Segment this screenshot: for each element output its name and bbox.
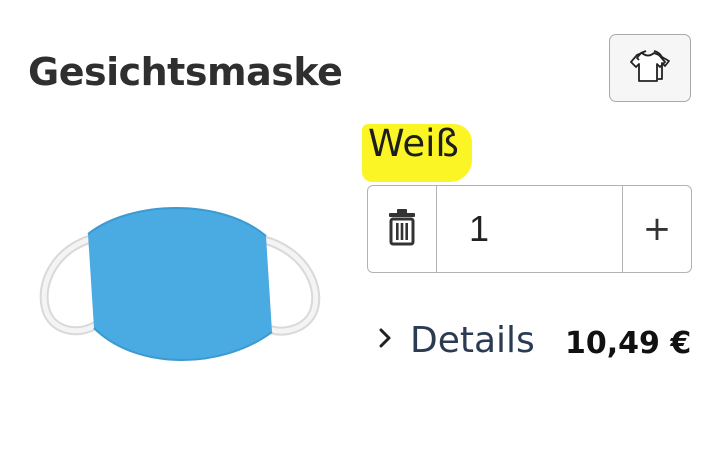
details-toggle[interactable]: Details [378,320,535,361]
quantity-input[interactable]: 1 [437,186,622,272]
delete-button[interactable] [368,186,437,272]
increment-button[interactable]: + [622,186,691,272]
product-title: Gesichtsmaske [28,50,343,94]
tshirt-icon [629,48,671,89]
trash-icon [387,208,417,251]
color-label: Weiß [368,122,459,165]
face-mask-image [39,207,321,361]
product-price: 10,49 € [565,326,692,361]
quantity-stepper: 1 + [367,185,692,273]
chevron-right-icon [378,326,392,356]
details-label: Details [410,320,535,361]
product-type-button[interactable] [609,34,691,102]
